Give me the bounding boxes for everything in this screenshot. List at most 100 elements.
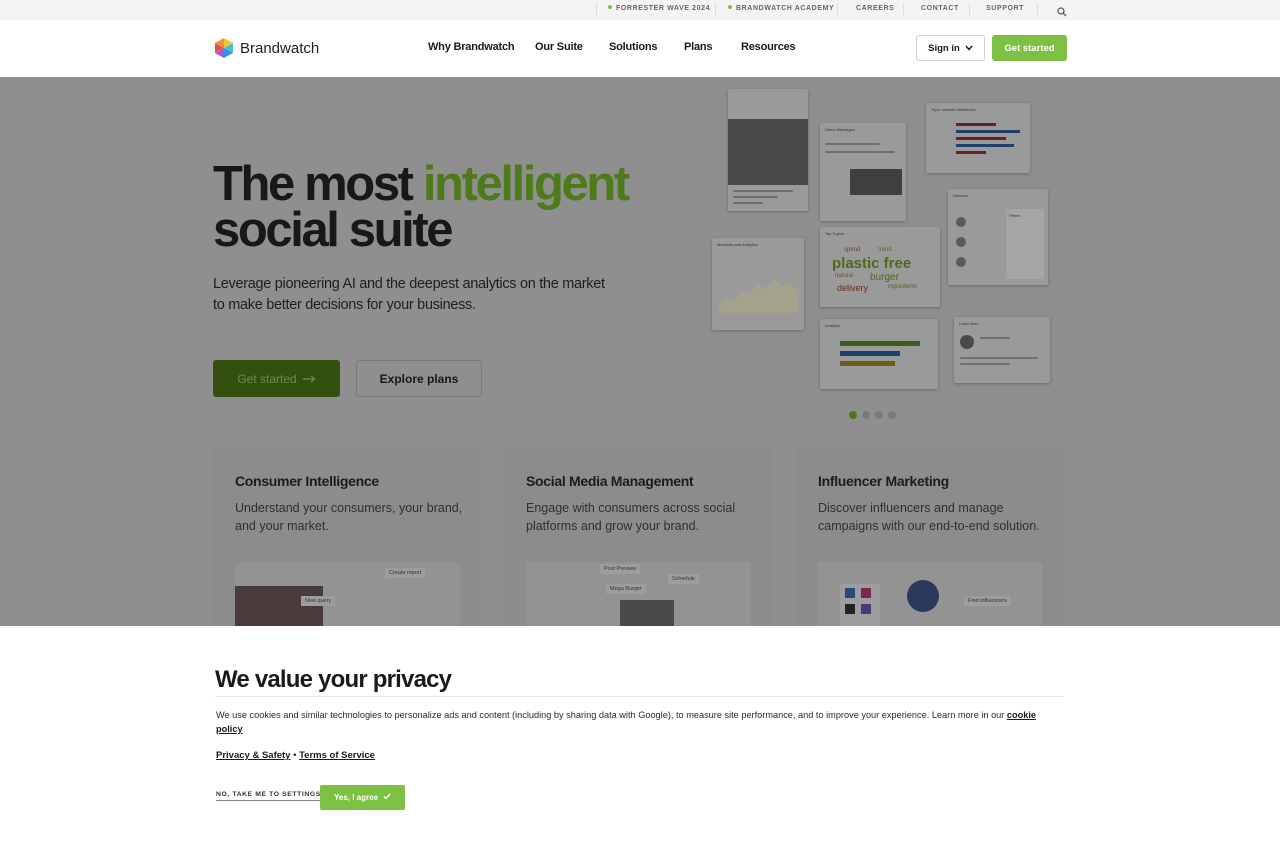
card-preview: Post Preview Schedule Mega Burger <box>526 562 751 626</box>
privacy-safety-link[interactable]: Privacy & Safety <box>216 750 290 761</box>
nav-resources[interactable]: Resources <box>741 41 796 53</box>
avatar <box>956 217 966 227</box>
post-preview-chip: Post Preview <box>600 564 641 574</box>
divider <box>715 3 716 17</box>
carousel-dot[interactable] <box>888 411 896 419</box>
utility-bar: FORRESTER WAVE 2024 BRANDWATCH ACADEMY C… <box>0 0 1280 20</box>
panel-title: Top Topics <box>825 231 844 236</box>
utility-link-forrester[interactable]: FORRESTER WAVE 2024 <box>608 5 710 12</box>
utility-link-label: BRANDWATCH ACADEMY <box>736 5 835 12</box>
chevron-down-icon <box>965 43 973 54</box>
carousel-dots <box>849 411 896 419</box>
brand-name: Brandwatch <box>240 39 320 57</box>
hero-title-accent: intelligent <box>422 157 630 211</box>
x-icon <box>845 604 855 614</box>
get-started-header-button[interactable]: Get started <box>992 35 1067 61</box>
filters-dropdown: Filters <box>1006 209 1044 279</box>
analysis-bar <box>840 361 895 366</box>
card-description: Engage with consumers across social plat… <box>526 501 736 533</box>
divider <box>903 3 904 17</box>
brand-logo[interactable]: Brandwatch <box>213 37 319 59</box>
card-title: Consumer Intelligence <box>235 473 379 489</box>
panel-title: Listen feed <box>959 321 979 326</box>
accept-label: Yes, I agree <box>333 793 379 802</box>
panel-title: Topic network distribution <box>931 107 976 112</box>
utility-link-support[interactable]: SUPPORT <box>986 5 1024 12</box>
consent-body: We use cookies and similar technologies … <box>216 708 1056 736</box>
collage-panel-topics: Top Topics plastic free burger delivery … <box>820 227 940 307</box>
consent-title: We value your privacy <box>215 666 452 693</box>
consent-body-text: We use cookies and similar technologies … <box>216 710 1007 720</box>
hero-get-started-button[interactable]: Get started <box>213 360 340 397</box>
card-influencer-marketing[interactable]: Influencer Marketing Discover influencer… <box>797 447 1064 626</box>
utility-link-careers[interactable]: CAREERS <box>856 5 894 12</box>
collage-panel-distribution: Topic network distribution <box>926 103 1030 173</box>
link-separator: • <box>290 750 300 761</box>
word-cloud-term: natural <box>835 273 854 279</box>
collage-panel-feed: Listen feed <box>954 317 1050 383</box>
collage-panel-discover: Discover Filters <box>948 189 1048 285</box>
card-preview: Create report New query <box>235 562 460 626</box>
sign-in-button[interactable]: Sign in <box>916 35 985 61</box>
card-description: Understand your consumers, your brand, a… <box>235 501 463 533</box>
card-description: Discover influencers and manage campaign… <box>818 501 1040 533</box>
text-line <box>980 337 1010 339</box>
collage-panel-post <box>728 89 808 211</box>
card-consumer-intelligence[interactable]: Consumer Intelligence Understand your co… <box>214 447 481 626</box>
nav-plans[interactable]: Plans <box>684 41 713 53</box>
word-cloud-term: trend <box>878 247 892 253</box>
divider <box>1037 3 1038 17</box>
site-header: Brandwatch Why Brandwatch Our Suite Solu… <box>0 20 1280 77</box>
nav-why-brandwatch[interactable]: Why Brandwatch <box>428 41 515 53</box>
utility-link-label: FORRESTER WAVE 2024 <box>616 5 711 12</box>
nav-solutions[interactable]: Solutions <box>609 41 658 53</box>
text-line <box>733 190 793 192</box>
bullet-dot <box>728 5 732 9</box>
card-title: Influencer Marketing <box>818 473 949 489</box>
text-line <box>825 143 880 145</box>
analysis-bar <box>840 351 900 356</box>
collage-panel-mentions: Mentions and Analytics <box>712 238 804 330</box>
distribution-bar <box>956 151 986 154</box>
text-line <box>960 363 1010 365</box>
distribution-bar <box>956 130 1020 133</box>
arrow-right-icon <box>302 372 316 386</box>
hero-subtitle: Leverage pioneering AI and the deepest a… <box>213 276 605 313</box>
hero-section: The most intelligent social suite Levera… <box>0 77 1280 626</box>
carousel-dot[interactable] <box>862 411 870 419</box>
new-query-chip: New query <box>301 596 336 606</box>
message-photo <box>850 169 902 195</box>
bullet-dot <box>608 5 612 9</box>
terms-of-service-link[interactable]: Terms of Service <box>299 750 375 761</box>
panel-title: Direct Messages <box>825 127 855 132</box>
carousel-dot[interactable] <box>849 411 857 419</box>
schedule-chip: Schedule <box>668 574 699 584</box>
collage-panel-messages: Direct Messages <box>820 123 906 221</box>
carousel-dot[interactable] <box>875 411 883 419</box>
divider <box>969 3 970 17</box>
sign-in-label: Sign in <box>928 42 960 54</box>
accept-cookies-button[interactable]: Yes, I agree <box>320 785 405 810</box>
word-cloud-term: burger <box>870 272 899 283</box>
twitch-icon <box>861 604 871 614</box>
explore-plans-button[interactable]: Explore plans <box>356 360 482 397</box>
create-report-chip: Create report <box>385 568 426 578</box>
card-social-media-management[interactable]: Social Media Management Engage with cons… <box>505 447 772 626</box>
text-line <box>733 196 778 198</box>
mentions-area-chart <box>718 278 798 313</box>
utility-link-contact[interactable]: CONTACT <box>921 5 959 12</box>
text-line <box>825 151 895 153</box>
analysis-bar <box>840 341 920 346</box>
text-line <box>960 357 1038 359</box>
nav-our-suite[interactable]: Our Suite <box>535 41 583 53</box>
word-cloud-term: ingredients <box>888 284 918 290</box>
avatar <box>956 257 966 267</box>
preview-image <box>235 586 323 626</box>
social-icons-grid <box>840 584 880 626</box>
account-chip: Mega Burger <box>606 584 646 594</box>
word-cloud-term: delivery <box>837 283 869 293</box>
divider <box>215 696 1063 697</box>
decline-settings-button[interactable]: NO, TAKE ME TO SETTINGS <box>216 791 321 801</box>
panel-title: Mentions and Analytics <box>717 242 758 247</box>
utility-link-academy[interactable]: BRANDWATCH ACADEMY <box>728 5 834 12</box>
